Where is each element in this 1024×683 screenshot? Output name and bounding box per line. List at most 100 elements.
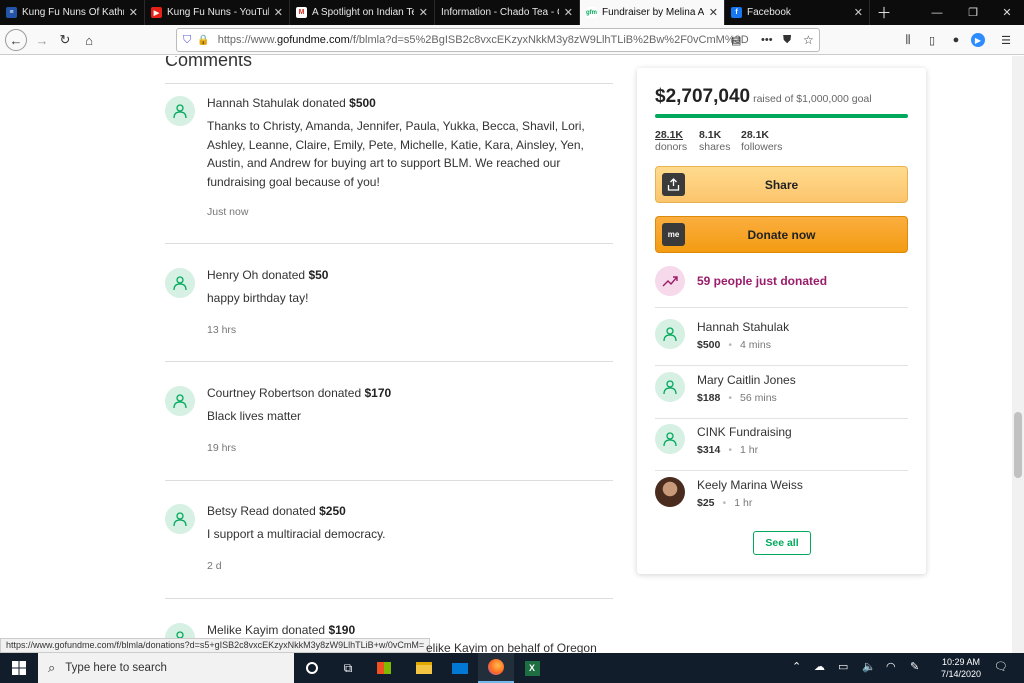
onedrive-cloud-icon[interactable]: ☁	[814, 660, 825, 673]
battery-icon[interactable]: ▭	[838, 660, 848, 673]
tab-fundraiser-melina[interactable]: gfm Fundraiser by Melina Abdullah ✕	[580, 0, 725, 25]
taskbar-clock[interactable]: 10:29 AM 7/14/2020	[936, 656, 986, 680]
page-scrollbar[interactable]	[1012, 56, 1024, 653]
donor-heart-avatar-icon	[655, 372, 685, 402]
donor-name: Mary Caitlin Jones	[697, 373, 796, 387]
lock-icon[interactable]: 🔒	[197, 35, 209, 46]
address-bar[interactable]: ⛉ 🔒 https://www.gofundme.com/f/blmla?d=s…	[176, 28, 820, 52]
comment-header: Courtney Robertson donated $170	[207, 386, 392, 400]
close-tab-icon[interactable]: ✕	[129, 6, 138, 19]
search-icon: ⌕	[48, 660, 56, 675]
stat-donors[interactable]: 28.1K donors	[655, 129, 687, 153]
close-tab-icon[interactable]: ✕	[419, 6, 428, 19]
file-explorer-icon[interactable]	[406, 653, 442, 683]
search-placeholder: Type here to search	[65, 662, 167, 674]
windows-taskbar: ⌕ Type here to search ⧉ X ⌃ ☁ ▭ 🔈 ◠ ✎ 10…	[0, 653, 1024, 683]
stat-followers: 28.1K followers	[741, 129, 783, 153]
tab-title: Kung Fu Nuns Of Kathmandu	[22, 7, 124, 18]
recent-donations-summary: 59 people just donated	[655, 266, 908, 308]
comment-time: Just now	[207, 206, 249, 218]
goal-progress-fill	[655, 114, 908, 118]
sidebar-icon[interactable]: ▯	[924, 32, 940, 48]
home-button[interactable]: ⌂	[78, 30, 100, 50]
close-tab-icon[interactable]: ✕	[564, 6, 573, 19]
page-actions-icon[interactable]: •••	[761, 34, 773, 46]
menu-icon[interactable]: ☰	[998, 32, 1014, 48]
donor-list-item: CINK Fundraising $314 • 1 hr	[655, 419, 908, 471]
close-tab-icon[interactable]: ✕	[274, 6, 283, 19]
comment-text: Black lives matter	[207, 409, 302, 423]
tab-kung-fu-nuns-youtube[interactable]: ▶ Kung Fu Nuns - YouTube ✕	[145, 0, 290, 25]
mail-icon[interactable]	[442, 653, 478, 683]
restore-window-button[interactable]: ❐	[956, 0, 990, 25]
divider	[165, 83, 613, 84]
donor-name: Keely Marina Weiss	[697, 478, 803, 492]
facebook-favicon-icon: f	[731, 7, 742, 18]
start-button[interactable]	[0, 653, 38, 683]
reload-button[interactable]: ↻	[54, 30, 76, 50]
scrollbar-thumb[interactable]	[1014, 412, 1022, 478]
back-button[interactable]: ←	[5, 29, 27, 51]
comment-item: Courtney Robertson donated $170 Black li…	[165, 386, 613, 456]
library-icon[interactable]: ⫼	[900, 32, 916, 48]
tab-chado-tea[interactable]: Information - Chado Tea - Chado ✕	[435, 0, 580, 25]
donor-meta: $500 • 4 mins	[697, 339, 771, 351]
minimize-window-button[interactable]: —	[920, 0, 954, 25]
comment-text: I support a multiracial democracy.	[207, 527, 386, 541]
donate-button-label: Donate now	[747, 227, 816, 242]
youtube-favicon-icon: ▶	[151, 7, 162, 18]
link-status-bar: https://www.gofundme.com/f/blmla/donatio…	[0, 638, 431, 653]
goal-progress-bar	[655, 114, 908, 118]
amount-raised: $2,707,040 raised of $1,000,000 goal	[655, 86, 872, 107]
pen-icon[interactable]: ✎	[910, 660, 919, 673]
excel-icon[interactable]: X	[514, 653, 550, 683]
tab-facebook[interactable]: f Facebook ✕	[725, 0, 870, 25]
pocket-icon[interactable]: ⛊	[783, 34, 791, 47]
comment-text: happy birthday tay!	[207, 291, 309, 305]
gofundme-favicon-icon: gfm	[586, 7, 597, 18]
comment-header: Hannah Stahulak donated $500	[207, 96, 376, 110]
comment-header: Melike Kayim donated $190	[207, 623, 356, 637]
tab-title: Facebook	[747, 7, 791, 18]
task-view-icon[interactable]: ⧉	[330, 653, 366, 683]
comment-time: 19 hrs	[207, 442, 237, 454]
notifications-icon[interactable]: 🗨	[994, 660, 1008, 673]
comment-item: Hannah Stahulak donated $500 Thanks to C…	[165, 96, 613, 226]
divider	[165, 243, 613, 244]
volume-icon[interactable]: 🔈	[862, 660, 876, 673]
windows-logo-icon	[12, 661, 26, 675]
close-window-button[interactable]: ✕	[990, 0, 1024, 25]
close-tab-icon[interactable]: ✕	[854, 6, 863, 19]
tab-kung-fu-nuns-kathmandu[interactable]: ≡ Kung Fu Nuns Of Kathmandu ✕	[0, 0, 145, 25]
see-all-button[interactable]: See all	[753, 531, 811, 555]
reader-view-icon[interactable]: ▤	[731, 34, 741, 47]
bookmark-star-icon[interactable]: ☆	[803, 33, 814, 47]
tab-title: A Spotlight on Indian Tea	[312, 7, 414, 18]
comment-time: 13 hrs	[207, 324, 237, 336]
donor-heart-avatar-icon	[165, 96, 195, 126]
close-tab-icon[interactable]: ✕	[709, 6, 718, 19]
share-upload-icon	[662, 173, 685, 196]
donor-list-item: Mary Caitlin Jones $188 • 56 mins	[655, 367, 908, 419]
donor-list-item: Hannah Stahulak $500 • 4 mins	[655, 314, 908, 366]
comment-item: Betsy Read donated $250 I support a mult…	[165, 504, 613, 574]
firefox-icon[interactable]	[478, 653, 514, 683]
taskbar-search-input[interactable]: ⌕ Type here to search	[38, 653, 294, 683]
microsoft-store-icon[interactable]	[366, 653, 402, 683]
zoom-extension-icon[interactable]: ▶	[971, 33, 985, 47]
tracking-shield-icon[interactable]: ⛉	[183, 34, 191, 47]
account-icon[interactable]: ●	[948, 32, 964, 48]
wifi-icon[interactable]: ◠	[886, 660, 896, 673]
new-tab-button[interactable]: ＋	[870, 0, 898, 25]
share-button[interactable]: Share	[655, 166, 908, 203]
tab-title: Information - Chado Tea - Chado	[441, 7, 559, 18]
tab-spotlight-indian-tea[interactable]: M A Spotlight on Indian Tea ✕	[290, 0, 435, 25]
donate-now-button[interactable]: me Donate now	[655, 216, 908, 253]
divider	[165, 598, 613, 599]
forward-button[interactable]: →	[31, 30, 53, 50]
show-hidden-icons-icon[interactable]: ⌃	[792, 660, 801, 673]
gmail-favicon-icon: M	[296, 7, 307, 18]
share-button-label: Share	[764, 177, 799, 192]
cortana-icon[interactable]	[294, 653, 330, 683]
donor-list-item: Keely Marina Weiss $25 • 1 hr	[655, 472, 908, 524]
